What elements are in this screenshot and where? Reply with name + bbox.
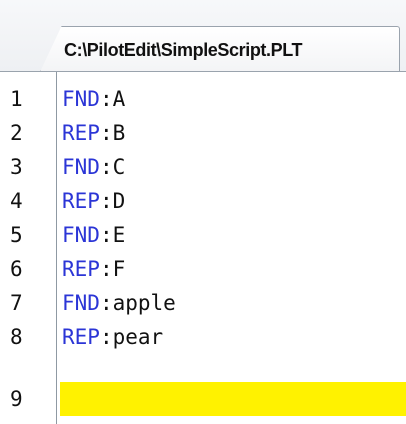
argument: D	[112, 189, 126, 213]
keyword: FND	[62, 155, 100, 179]
argument: pear	[112, 325, 164, 349]
line-number: 3	[10, 155, 23, 179]
code-line[interactable]: 2 REP:B	[0, 116, 406, 150]
line-content[interactable]: FND:apple	[62, 286, 176, 320]
argument: B	[112, 121, 126, 145]
code-line[interactable]: 1 FND:A	[0, 82, 406, 116]
argument: F	[112, 257, 126, 281]
code-line-current[interactable]: 9	[0, 382, 406, 416]
separator: :	[99, 189, 113, 213]
line-content[interactable]: REP:F	[62, 252, 125, 286]
line-content[interactable]: FND:A	[62, 82, 125, 116]
line-number: 9	[10, 387, 23, 411]
separator: :	[99, 121, 113, 145]
line-content[interactable]: REP:D	[62, 184, 125, 218]
keyword: REP	[62, 121, 100, 145]
keyword: FND	[62, 291, 100, 315]
line-number: 4	[10, 189, 23, 213]
file-tab-title[interactable]: C:\PilotEdit\SimpleScript.PLT	[64, 28, 302, 72]
keyword: REP	[62, 257, 100, 281]
line-content[interactable]: REP:pear	[62, 320, 163, 354]
separator: :	[99, 325, 113, 349]
line-number: 6	[10, 257, 23, 281]
separator: :	[99, 155, 113, 179]
code-line[interactable]: 4 REP:D	[0, 184, 406, 218]
keyword: REP	[62, 325, 100, 349]
separator: :	[99, 257, 113, 281]
code-line[interactable]: 8 REP:pear	[0, 320, 406, 354]
line-number: 1	[10, 87, 23, 111]
separator: :	[99, 87, 113, 111]
code-line[interactable]: 3 FND:C	[0, 150, 406, 184]
code-line[interactable]: 6 REP:F	[0, 252, 406, 286]
line-number: 5	[10, 223, 23, 247]
tab-bar: C:\PilotEdit\SimpleScript.PLT	[0, 0, 406, 72]
argument: E	[112, 223, 126, 247]
code-editor[interactable]: 1 FND:A 2 REP:B 3 FND:C 4 REP:D 5 FND:E …	[0, 72, 406, 424]
argument: A	[112, 87, 126, 111]
keyword: FND	[62, 223, 100, 247]
line-content[interactable]: FND:E	[62, 218, 125, 252]
keyword: REP	[62, 189, 100, 213]
line-number: 7	[10, 291, 23, 315]
line-number: 2	[10, 121, 23, 145]
code-line[interactable]: 5 FND:E	[0, 218, 406, 252]
argument: C	[112, 155, 126, 179]
line-content[interactable]: FND:C	[62, 150, 125, 184]
code-line[interactable]: 7 FND:apple	[0, 286, 406, 320]
line-number: 8	[10, 325, 23, 349]
separator: :	[99, 223, 113, 247]
keyword: FND	[62, 87, 100, 111]
line-content[interactable]: REP:B	[62, 116, 125, 150]
argument: apple	[112, 291, 176, 315]
separator: :	[99, 291, 113, 315]
